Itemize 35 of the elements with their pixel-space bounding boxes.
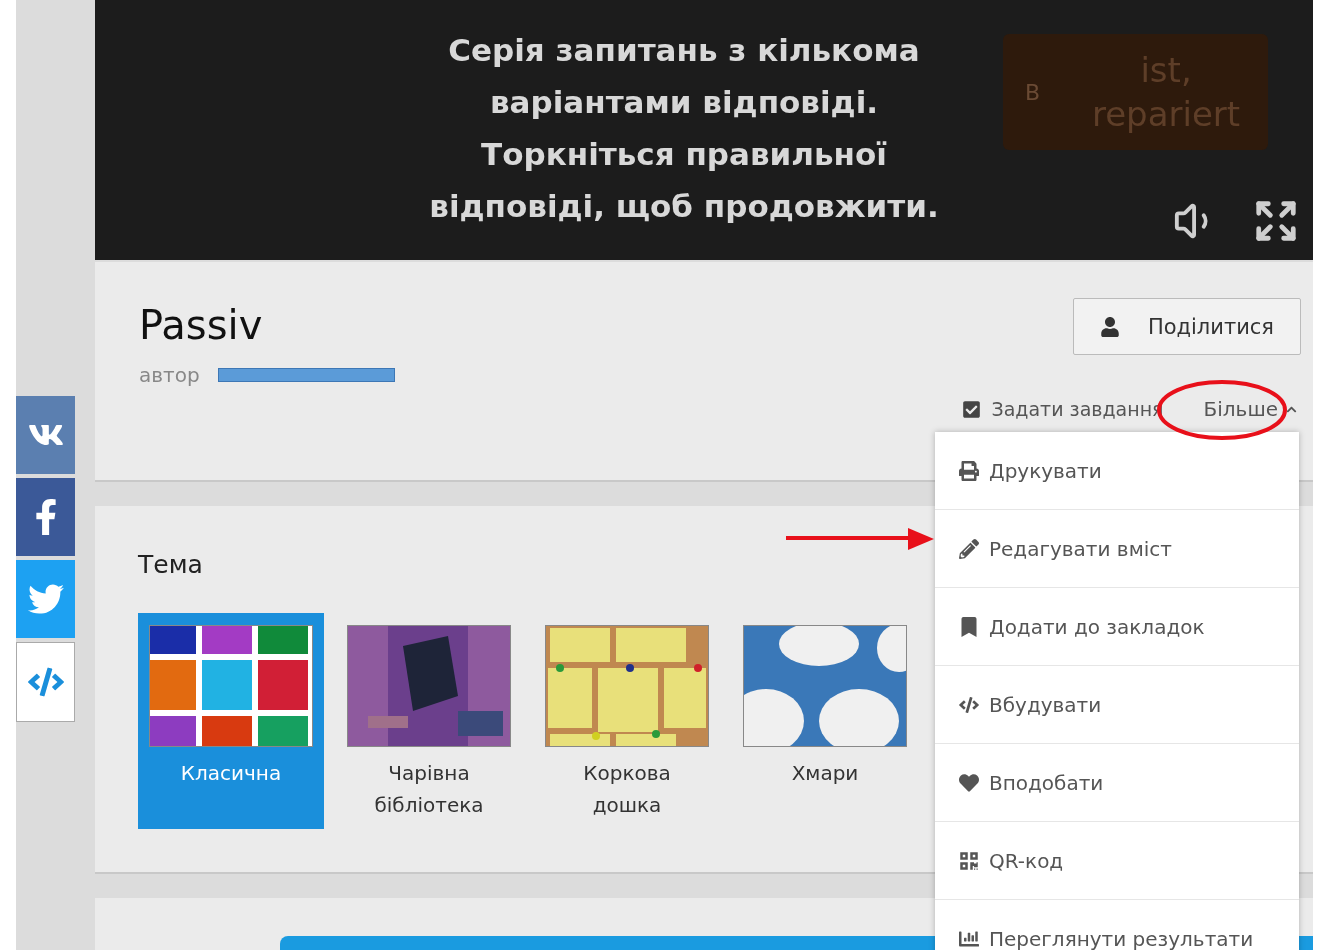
- menu-item[interactable]: Додати до закладок: [935, 588, 1299, 666]
- more-button[interactable]: Більше: [1203, 397, 1301, 421]
- theme-label: Коркова дошка: [582, 760, 672, 819]
- fullscreen-icon[interactable]: [1253, 198, 1299, 244]
- person-icon: [1099, 316, 1120, 337]
- menu-item[interactable]: Вподобати: [935, 744, 1299, 822]
- share-link[interactable]: [16, 478, 75, 556]
- twitter-icon: [27, 581, 64, 617]
- theme-label: Класична: [180, 760, 282, 787]
- game-prompt: Серія запитань з кількома варіантами відповіді. Торкніться правильної відповіді, щоб продовжити.: [428, 31, 940, 226]
- menu-item[interactable]: Друкувати: [935, 432, 1299, 510]
- menu-item[interactable]: Редагувати вміст: [935, 510, 1299, 588]
- author-label: автор: [139, 363, 200, 387]
- qr-code-icon: [959, 850, 979, 871]
- print-icon: [959, 460, 979, 481]
- theme-option[interactable]: Коркова дошка: [534, 613, 720, 829]
- code-icon: [959, 694, 979, 715]
- answer-letter: B: [1025, 79, 1041, 105]
- share-link[interactable]: [16, 642, 75, 722]
- theme-label: Чарівна бібліотека: [373, 760, 485, 819]
- share-button[interactable]: Поділитися: [1072, 298, 1301, 355]
- share-link[interactable]: [16, 560, 75, 638]
- theme-option[interactable]: Чарівна бібліотека: [336, 613, 522, 829]
- section-heading: Тема: [138, 550, 203, 579]
- share-link[interactable]: [16, 396, 75, 474]
- heart-icon: [959, 772, 979, 793]
- menu-item[interactable]: QR-код: [935, 822, 1299, 900]
- theme-label: Хмари: [791, 760, 859, 787]
- theme-option[interactable]: Класична: [138, 613, 324, 829]
- checkbox-icon: [962, 399, 982, 419]
- pencil-icon: [959, 538, 979, 559]
- activity-title: Passiv: [139, 302, 263, 348]
- menu-item[interactable]: Вбудувати: [935, 666, 1299, 744]
- bookmark-icon: [959, 616, 979, 637]
- theme-option[interactable]: Хмари: [732, 613, 918, 829]
